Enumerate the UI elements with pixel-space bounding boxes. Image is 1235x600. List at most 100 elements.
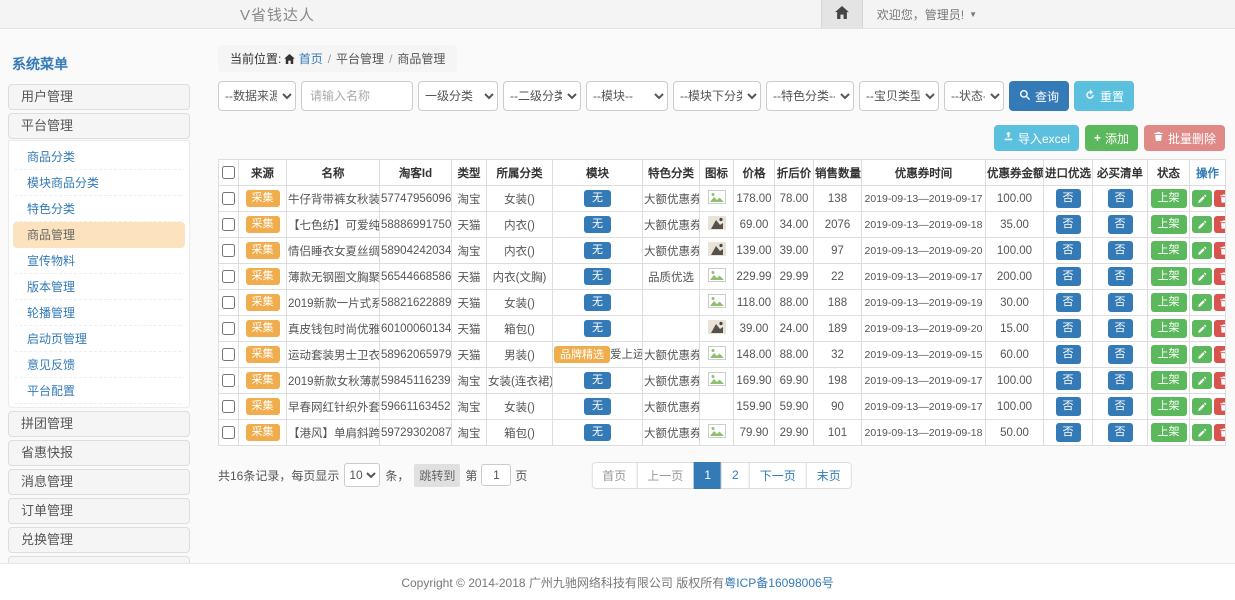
edit-button[interactable] [1192,242,1212,259]
delete-button[interactable] [1214,268,1226,285]
must-buy-toggle[interactable]: 否 [1108,215,1133,233]
import-excel-button[interactable]: 导入excel [994,125,1079,151]
row-checkbox[interactable] [222,192,235,205]
edit-button[interactable] [1192,398,1212,415]
sidebar-item-1-2[interactable]: 特色分类 [13,196,185,222]
delete-button[interactable] [1214,216,1226,233]
row-checkbox[interactable] [222,296,235,309]
delete-button[interactable] [1214,294,1226,311]
edit-button[interactable] [1192,320,1212,337]
must-buy-toggle[interactable]: 否 [1108,293,1133,311]
status-toggle[interactable]: 上架 [1151,423,1187,441]
sidebar-item-1-5[interactable]: 版本管理 [13,274,185,300]
filter-select-3[interactable]: --二级分类-- [503,81,581,111]
sidebar-item-1-3[interactable]: 商品管理 [13,222,185,248]
delete-button[interactable] [1214,346,1226,363]
add-button[interactable]: + 添加 [1085,125,1138,151]
edit-button[interactable] [1192,346,1212,363]
edit-button[interactable] [1192,190,1212,207]
jump-page-input[interactable] [481,464,511,486]
sidebar-item-1-8[interactable]: 意见反馈 [13,352,185,378]
edit-button[interactable] [1192,268,1212,285]
must-buy-toggle[interactable]: 否 [1108,267,1133,285]
filter-select-7[interactable]: --宝贝类型-- [859,81,939,111]
must-buy-toggle[interactable]: 否 [1108,371,1133,389]
import-select-toggle[interactable]: 否 [1056,345,1081,363]
row-checkbox[interactable] [222,270,235,283]
pager-button-下一页[interactable]: 下一页 [749,462,807,489]
sidebar-group-2[interactable]: 拼团管理 [8,411,190,437]
edit-button[interactable] [1192,294,1212,311]
filter-select-5[interactable]: --模块下分类-- [673,81,761,111]
reset-button[interactable]: 重置 [1074,81,1134,111]
pager-button-末页[interactable]: 末页 [806,462,852,489]
row-checkbox[interactable] [222,400,235,413]
status-toggle[interactable]: 上架 [1151,345,1187,363]
must-buy-toggle[interactable]: 否 [1108,189,1133,207]
sidebar-group-4[interactable]: 消息管理 [8,469,190,495]
import-select-toggle[interactable]: 否 [1056,319,1081,337]
status-toggle[interactable]: 上架 [1151,293,1187,311]
sidebar-group-1[interactable]: 平台管理 [8,113,190,139]
must-buy-toggle[interactable]: 否 [1108,319,1133,337]
row-checkbox[interactable] [222,244,235,257]
sidebar-group-0[interactable]: 用户管理 [8,84,190,110]
import-select-toggle[interactable]: 否 [1056,189,1081,207]
sidebar-group-6[interactable]: 兑换管理 [8,527,190,553]
status-toggle[interactable]: 上架 [1151,241,1187,259]
status-toggle[interactable]: 上架 [1151,319,1187,337]
filter-select-2[interactable]: 一级分类 [418,81,498,111]
name-search-input[interactable] [301,81,413,111]
filter-select-4[interactable]: --模块-- [586,81,668,111]
import-select-toggle[interactable]: 否 [1056,241,1081,259]
import-select-toggle[interactable]: 否 [1056,371,1081,389]
breadcrumb-home-link[interactable]: 首页 [284,50,322,67]
select-all-checkbox[interactable] [222,166,235,179]
icp-link[interactable]: 粤ICP备16098006号 [724,574,833,591]
sidebar-item-1-1[interactable]: 模块商品分类 [13,170,185,196]
delete-button[interactable] [1214,372,1226,389]
delete-button[interactable] [1214,190,1226,207]
edit-button[interactable] [1192,216,1212,233]
status-toggle[interactable]: 上架 [1151,189,1187,207]
batch-delete-button[interactable]: 批量删除 [1144,125,1225,151]
import-select-toggle[interactable]: 否 [1056,267,1081,285]
sidebar-item-1-9[interactable]: 平台配置 [13,378,185,404]
user-menu[interactable]: 欢迎您，管理员! ▼ [877,6,977,23]
must-buy-toggle[interactable]: 否 [1108,241,1133,259]
sidebar-group-5[interactable]: 订单管理 [8,498,190,524]
filter-select-6[interactable]: --特色分类-- [766,81,854,111]
delete-button[interactable] [1214,424,1226,441]
row-checkbox[interactable] [222,374,235,387]
edit-button[interactable] [1192,424,1212,441]
row-checkbox[interactable] [222,218,235,231]
jump-button[interactable]: 跳转到 [414,464,460,487]
row-checkbox[interactable] [222,348,235,361]
must-buy-toggle[interactable]: 否 [1108,397,1133,415]
status-toggle[interactable]: 上架 [1151,397,1187,415]
page-size-select[interactable]: 10 [344,463,380,487]
sidebar-item-1-6[interactable]: 轮播管理 [13,300,185,326]
sidebar-group-3[interactable]: 省惠快报 [8,440,190,466]
status-toggle[interactable]: 上架 [1151,215,1187,233]
row-checkbox[interactable] [222,322,235,335]
import-select-toggle[interactable]: 否 [1056,293,1081,311]
sidebar-item-1-7[interactable]: 启动页管理 [13,326,185,352]
home-button[interactable] [821,0,863,28]
pager-button-首页[interactable]: 首页 [591,462,637,489]
pager-button-2[interactable]: 2 [721,462,750,489]
must-buy-toggle[interactable]: 否 [1108,423,1133,441]
import-select-toggle[interactable]: 否 [1056,397,1081,415]
sidebar-item-1-0[interactable]: 商品分类 [13,144,185,170]
filter-select-8[interactable]: --状态-- [944,81,1004,111]
import-select-toggle[interactable]: 否 [1056,215,1081,233]
must-buy-toggle[interactable]: 否 [1108,345,1133,363]
delete-button[interactable] [1214,320,1226,337]
status-toggle[interactable]: 上架 [1151,267,1187,285]
row-checkbox[interactable] [222,426,235,439]
status-toggle[interactable]: 上架 [1151,371,1187,389]
search-button[interactable]: 查询 [1009,81,1069,111]
pager-button-上一页[interactable]: 上一页 [636,462,694,489]
sidebar-item-1-4[interactable]: 宣传物料 [13,248,185,274]
delete-button[interactable] [1214,242,1226,259]
